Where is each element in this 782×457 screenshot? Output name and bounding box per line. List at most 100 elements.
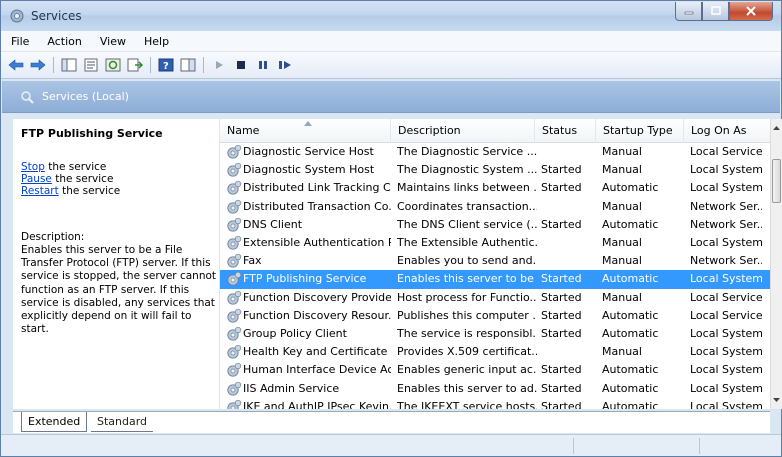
export-list-icon: [127, 58, 143, 72]
pause-action-suffix: the service: [51, 173, 114, 185]
properties-icon: [84, 58, 98, 72]
service-startup-type-cell: Automatic: [602, 327, 659, 340]
pause-service-button[interactable]: [254, 56, 272, 74]
service-name-cell: Distributed Transaction Co...: [243, 199, 391, 213]
service-startup-type-cell: Manual: [602, 199, 642, 213]
status-bar-divider: [699, 438, 700, 454]
menu-file[interactable]: File: [11, 35, 29, 48]
back-button[interactable]: [7, 56, 25, 74]
service-startup-type-cell: Manual: [602, 345, 642, 359]
show-console-tree-button[interactable]: [60, 56, 78, 74]
service-description-cell: The Diagnostic Service ...: [397, 145, 537, 158]
service-name-cell: Diagnostic System Host: [243, 163, 375, 177]
tab-standard[interactable]: Standard: [91, 412, 154, 432]
show-action-pane-button[interactable]: [179, 56, 197, 74]
toolbar-separator: [150, 57, 151, 73]
vertical-scrollbar[interactable]: [770, 119, 782, 409]
tab-extended[interactable]: Extended: [21, 412, 88, 432]
close-icon: [746, 6, 756, 16]
scope-title: Services (Local): [42, 90, 129, 103]
table-row[interactable]: Health Key and Certificate ... Provides X…: [220, 343, 770, 361]
service-startup-type-cell: Automatic: [602, 181, 659, 195]
help-button[interactable]: ?: [157, 56, 175, 74]
properties-button[interactable]: [82, 56, 100, 74]
service-status-cell: Started: [541, 181, 582, 195]
service-description-cell: The IKEEXT service hosts...: [397, 399, 537, 409]
stop-service-button[interactable]: [232, 56, 250, 74]
service-startup-type-cell: Automatic: [602, 217, 659, 231]
column-header-startup-type[interactable]: Startup Type: [596, 119, 684, 143]
table-row[interactable]: DNS Client The DNS Client service (... Sta…: [220, 216, 770, 234]
refresh-button[interactable]: [104, 56, 122, 74]
service-logon-cell: Local System: [690, 181, 762, 195]
service-description-cell: Enables this server to be ...: [397, 272, 537, 286]
table-row[interactable]: Human Interface Device Ac... Enables gene…: [220, 361, 770, 379]
service-name-cell: IIS Admin Service: [243, 381, 340, 395]
table-row[interactable]: Function Discovery Provide... Host proces…: [220, 289, 770, 307]
menu-action[interactable]: Action: [47, 35, 81, 48]
column-header-description[interactable]: Description: [391, 119, 535, 143]
maximize-button[interactable]: [702, 2, 729, 21]
title-bar[interactable]: Services: [1, 1, 781, 31]
service-status-cell: [541, 234, 596, 252]
menu-bar: File Action View Help: [1, 31, 781, 52]
pause-service-link[interactable]: Pause: [21, 173, 52, 185]
menu-view[interactable]: View: [100, 35, 126, 48]
column-header-status[interactable]: Status: [535, 119, 596, 143]
start-service-button[interactable]: [210, 56, 228, 74]
restart-icon: [279, 61, 291, 69]
service-status-cell: Started: [541, 163, 582, 177]
scope-header: Services (Local): [2, 81, 780, 113]
menu-help[interactable]: Help: [144, 35, 169, 48]
stop-service-link[interactable]: Stop: [21, 161, 45, 173]
table-row[interactable]: IKE and AuthIP IPsec Kevin... The IKEEXT …: [220, 398, 770, 409]
forward-button[interactable]: [29, 56, 47, 74]
export-list-button[interactable]: [126, 56, 144, 74]
service-name-cell: Extensible Authentication P...: [243, 236, 391, 249]
table-row[interactable]: Function Discovery Resour... Publishes th…: [220, 307, 770, 325]
window-title: Services: [31, 9, 82, 23]
scroll-down-button[interactable]: [771, 393, 782, 407]
scroll-thumb[interactable]: [772, 159, 781, 203]
service-gear-icon: [227, 308, 242, 323]
table-row[interactable]: Group Policy Client The service is respon…: [220, 325, 770, 343]
description-text: Enables this server to be a File Transfe…: [21, 244, 217, 336]
services-window: Services File Action View Help ? Service…: [0, 0, 782, 457]
service-description-cell: Enables this server to ad...: [397, 381, 537, 395]
scroll-up-button[interactable]: [771, 121, 782, 135]
service-startup-type-cell: Automatic: [602, 308, 659, 322]
minimize-button[interactable]: [675, 2, 702, 21]
pause-icon: [259, 61, 267, 69]
table-row[interactable]: FTP Publishing Service Enables this serve…: [220, 270, 770, 289]
column-header-log-on-as[interactable]: Log On As: [684, 119, 770, 143]
table-row[interactable]: Diagnostic Service Host The Diagnostic Se…: [220, 143, 770, 161]
service-startup-type-cell: Manual: [602, 290, 642, 304]
service-startup-type-cell: Automatic: [602, 399, 659, 409]
service-startup-type-cell: Manual: [602, 163, 642, 177]
service-logon-cell: Network Ser...: [690, 199, 762, 213]
table-row[interactable]: IIS Admin Service Enables this server to …: [220, 380, 770, 398]
service-description-cell: The Extensible Authentic...: [397, 236, 537, 249]
service-description-cell: Enables generic input ac...: [397, 363, 537, 377]
service-status-cell: [541, 198, 596, 216]
table-row[interactable]: Distributed Link Tracking C... Maintains …: [220, 179, 770, 197]
service-name-cell: Diagnostic Service Host: [243, 145, 374, 158]
service-description-cell: The Diagnostic System ...: [397, 163, 537, 177]
table-row[interactable]: Extensible Authentication P... The Extens…: [220, 234, 770, 252]
table-row[interactable]: Diagnostic System Host The Diagnostic Sys…: [220, 161, 770, 179]
stop-action: Stop the service: [21, 161, 106, 173]
table-row[interactable]: Fax Enables you to send and... Manual Netwo…: [220, 252, 770, 270]
column-logon-label: Log On As: [691, 124, 747, 137]
restart-service-link[interactable]: Restart: [21, 185, 59, 197]
close-button[interactable]: [729, 2, 773, 21]
minimize-icon: [684, 11, 693, 15]
service-gear-icon: [227, 272, 242, 287]
service-startup-type-cell: Manual: [602, 236, 642, 249]
console-tree-icon: [61, 58, 77, 72]
table-row[interactable]: Distributed Transaction Co... Coordinates…: [220, 198, 770, 216]
maximize-icon: [710, 6, 721, 15]
service-gear-icon: [227, 181, 242, 196]
restart-service-button[interactable]: [276, 56, 294, 74]
service-description-cell: Coordinates transaction...: [397, 199, 537, 213]
help-icon: ?: [158, 58, 174, 72]
